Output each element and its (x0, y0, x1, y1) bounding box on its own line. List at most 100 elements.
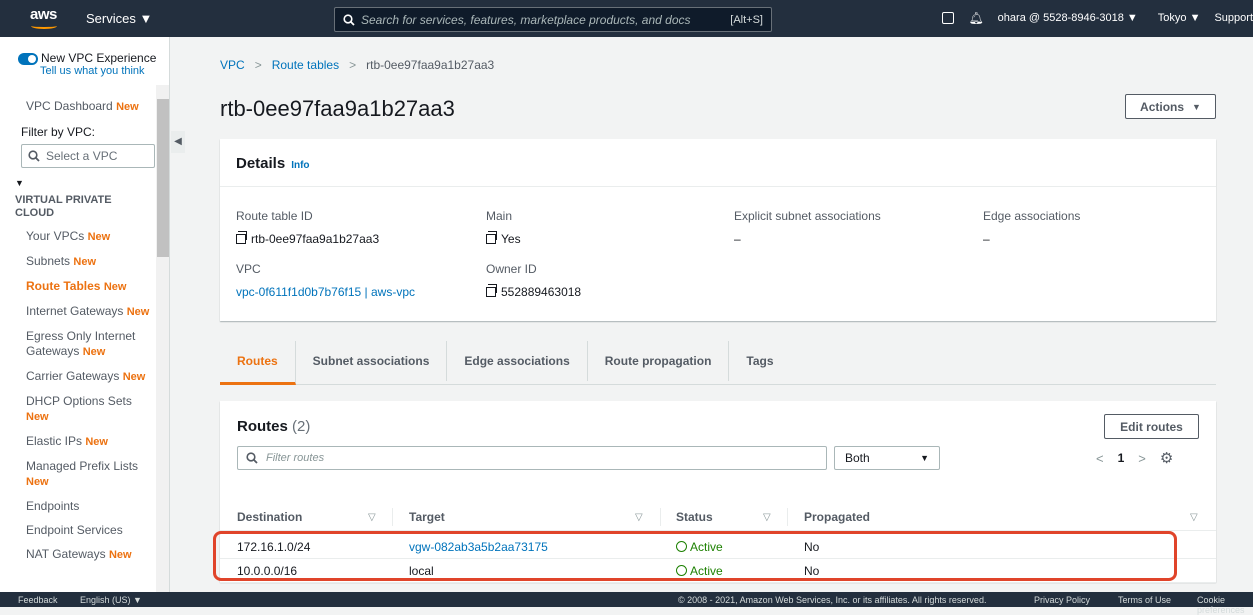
breadcrumb-current: rtb-0ee97faa9a1b27aa3 (366, 58, 495, 72)
main-field: Main Yes (486, 209, 521, 246)
vpc-field: VPC vpc-0f611f1d0b7b76f15 | aws-vpc (236, 262, 415, 299)
field-label: Route table ID (236, 209, 313, 223)
sort-icon[interactable]: ▽ (635, 512, 643, 523)
support-menu[interactable]: Support (1214, 12, 1253, 24)
sidebar-item-endpoint-services[interactable]: Endpoint Services (0, 523, 156, 538)
sidebar-item-endpoints[interactable]: Endpoints (0, 499, 156, 514)
column-propagated[interactable]: Propagated (804, 510, 870, 524)
caret-down-icon: ▼ (1192, 101, 1201, 112)
breadcrumb-vpc[interactable]: VPC (220, 58, 245, 72)
sidebar-item-carrier-gateways[interactable]: Carrier Gateways New (0, 369, 156, 385)
privacy-link[interactable]: Privacy Policy (1034, 595, 1090, 605)
field-label: Edge associations (983, 209, 1081, 223)
sidebar-item-elastic-ips[interactable]: Elastic IPs New (0, 434, 156, 450)
caret-down-icon: ▼ (920, 453, 929, 463)
new-badge: New (85, 436, 108, 448)
vpc-experience-toggle[interactable] (18, 52, 38, 65)
breadcrumb-route-tables[interactable]: Route tables (272, 58, 339, 72)
aws-logo[interactable]: aws (30, 6, 62, 32)
prev-page-icon[interactable]: < (1096, 451, 1104, 466)
propagation-select[interactable]: Both ▼ (834, 446, 940, 470)
sidebar-item-dhcp-options-sets[interactable]: DHCP Options Sets New (0, 394, 156, 425)
field-label: Main (486, 209, 513, 223)
new-badge: New (26, 411, 49, 423)
cloudshell-icon[interactable] (942, 12, 955, 24)
search-icon (246, 452, 258, 464)
sidebar-scrollbar[interactable] (156, 85, 169, 592)
sidebar-items: Your VPCs New Subnets New Route Tables New… (0, 229, 156, 563)
sidebar-item-egress-only-internet-gateways[interactable]: Egress Only Internet Gateways New (0, 329, 156, 360)
sidebar-item-internet-gateways[interactable]: Internet Gateways New (0, 304, 156, 320)
copy-icon[interactable] (486, 231, 497, 244)
tab-tags[interactable]: Tags (729, 341, 790, 381)
feedback-button[interactable]: Feedback (18, 595, 58, 605)
sidebar-item-label: DHCP Options Sets (26, 394, 132, 408)
new-vpc-experience: New VPC Experience Tell us what you thin… (18, 51, 156, 77)
cookies-link[interactable]: Cookie preferences (1197, 595, 1253, 615)
caret-down-icon[interactable]: ▼ (0, 178, 156, 188)
sidebar-item-route-tables[interactable]: Route Tables New (0, 279, 156, 295)
column-destination[interactable]: Destination (237, 510, 302, 524)
details-header: Details Info (220, 139, 1216, 187)
next-page-icon[interactable]: > (1138, 451, 1146, 466)
aws-logo-text: aws (30, 6, 57, 23)
field-value: 552889463018 (486, 284, 581, 299)
column-target[interactable]: Target (409, 510, 445, 524)
gear-icon[interactable]: ⚙ (1160, 449, 1173, 467)
filter-by-vpc-label: Filter by VPC: (21, 125, 96, 139)
terms-link[interactable]: Terms of Use (1118, 595, 1171, 605)
vpc-filter-select[interactable]: Select a VPC (21, 144, 155, 168)
column-divider[interactable] (787, 508, 788, 526)
region-menu[interactable]: Tokyo ▼ (1158, 12, 1201, 24)
info-link[interactable]: Info (291, 160, 309, 171)
table-header: Destination ▽ Target ▽ Status ▽ Propagat… (220, 502, 1216, 531)
sort-icon[interactable]: ▽ (368, 512, 376, 523)
copy-icon[interactable] (236, 231, 247, 244)
sidebar-item-your-vpcs[interactable]: Your VPCs New (0, 229, 156, 245)
field-value: rtb-0ee97faa9a1b27aa3 (236, 231, 379, 246)
bell-icon[interactable]: 🔔︎ (968, 11, 983, 25)
actions-button[interactable]: Actions ▼ (1125, 94, 1216, 119)
sidebar-item-label: Subnets (26, 254, 71, 268)
edit-routes-button[interactable]: Edit routes (1104, 414, 1199, 439)
services-menu[interactable]: Services ▼ (86, 11, 152, 26)
tabs: Routes Subnet associations Edge associat… (220, 341, 1216, 385)
vpc-link[interactable]: vpc-0f611f1d0b7b76f15 | aws-vpc (236, 285, 415, 299)
collapse-sidebar-icon[interactable]: ◀ (171, 131, 185, 153)
routes-title-text: Routes (237, 418, 288, 435)
sort-icon[interactable]: ▽ (1190, 512, 1198, 523)
chevron-right-icon: > (349, 58, 357, 72)
field-value: Yes (486, 231, 521, 246)
sidebar-item-label: VPC Dashboard (26, 99, 113, 113)
tab-subnet-associations[interactable]: Subnet associations (296, 341, 448, 381)
select-value: Both (845, 451, 870, 465)
tab-edge-associations[interactable]: Edge associations (447, 341, 588, 381)
new-badge: New (122, 371, 146, 383)
field-label: VPC (236, 262, 261, 276)
filter-placeholder: Filter routes (266, 452, 325, 464)
sort-icon[interactable]: ▽ (763, 512, 771, 523)
column-divider[interactable] (660, 508, 661, 526)
column-divider[interactable] (392, 508, 393, 526)
language-select[interactable]: English (US) ▼ (80, 595, 142, 605)
chevron-right-icon: > (254, 58, 262, 72)
column-status[interactable]: Status (676, 510, 713, 524)
scrollbar-thumb[interactable] (157, 99, 169, 257)
filter-routes-input[interactable]: Filter routes (237, 446, 827, 470)
sidebar-item-nat-gateways[interactable]: NAT Gateways New (0, 547, 156, 563)
page-number[interactable]: 1 (1118, 451, 1125, 465)
search-icon (343, 13, 355, 26)
account-menu[interactable]: ohara @ 5528-8946-3018 ▼ (998, 12, 1138, 24)
search-icon (28, 150, 40, 162)
sidebar-item-managed-prefix-lists[interactable]: Managed Prefix Lists New (0, 459, 156, 490)
tab-routes[interactable]: Routes (220, 341, 296, 385)
global-search[interactable]: Search for services, features, marketpla… (334, 7, 772, 32)
explicit-associations-field: Explicit subnet associations – (734, 209, 881, 246)
sidebar-item-label: Egress Only Internet Gateways (26, 329, 136, 358)
tab-route-propagation[interactable]: Route propagation (588, 341, 730, 381)
sidebar-item-vpc-dashboard[interactable]: VPC Dashboard New (0, 99, 156, 115)
new-badge: New (87, 231, 111, 243)
copy-icon[interactable] (486, 284, 497, 297)
sidebar-item-subnets[interactable]: Subnets New (0, 254, 156, 270)
feedback-link[interactable]: Tell us what you think (40, 65, 156, 77)
